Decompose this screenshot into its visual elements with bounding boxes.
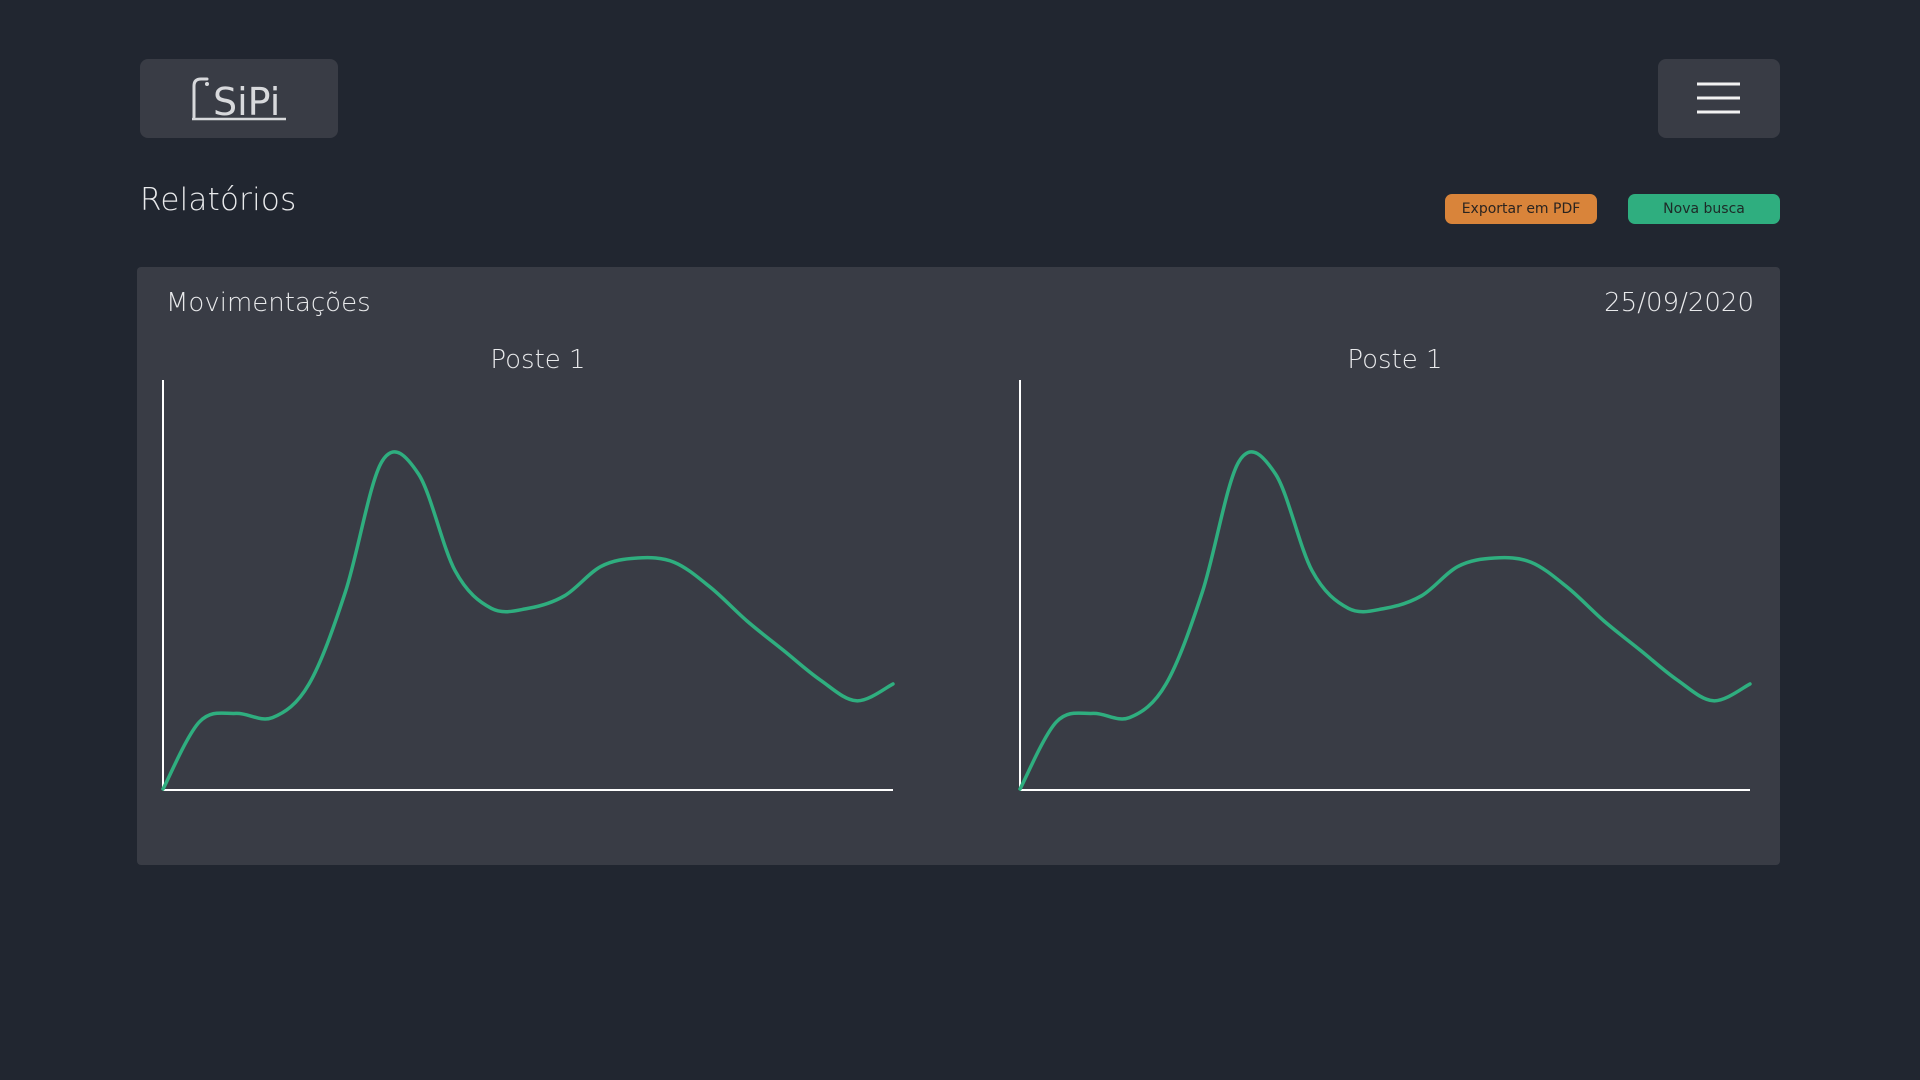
line-chart: Poste 1: [1018, 344, 1760, 814]
series-line: [161, 450, 895, 791]
line-chart-svg: Poste 1: [1018, 345, 1752, 791]
page-title: Relatórios: [140, 182, 297, 218]
new-search-button[interactable]: Nova busca: [1628, 194, 1780, 224]
chart-title: Poste 1: [1347, 345, 1442, 375]
series-line: [1018, 450, 1752, 791]
chart-title: Poste 1: [490, 345, 585, 375]
panel-title: Movimentações: [166, 288, 371, 318]
line-chart: Poste 1: [161, 344, 903, 814]
lamp-post-icon: SiPi: [192, 77, 286, 124]
logo[interactable]: SiPi: [140, 59, 338, 138]
export-pdf-button[interactable]: Exportar em PDF: [1445, 194, 1597, 224]
panel-date: 25/09/2020: [1604, 288, 1754, 318]
menu-button[interactable]: [1658, 59, 1780, 138]
logo-text: SiPi: [213, 80, 280, 124]
line-chart-svg: Poste 1: [161, 345, 895, 791]
report-panel: Movimentações 25/09/2020 Poste 1 Poste 1: [137, 267, 1780, 865]
hamburger-menu-icon: [1697, 82, 1740, 114]
